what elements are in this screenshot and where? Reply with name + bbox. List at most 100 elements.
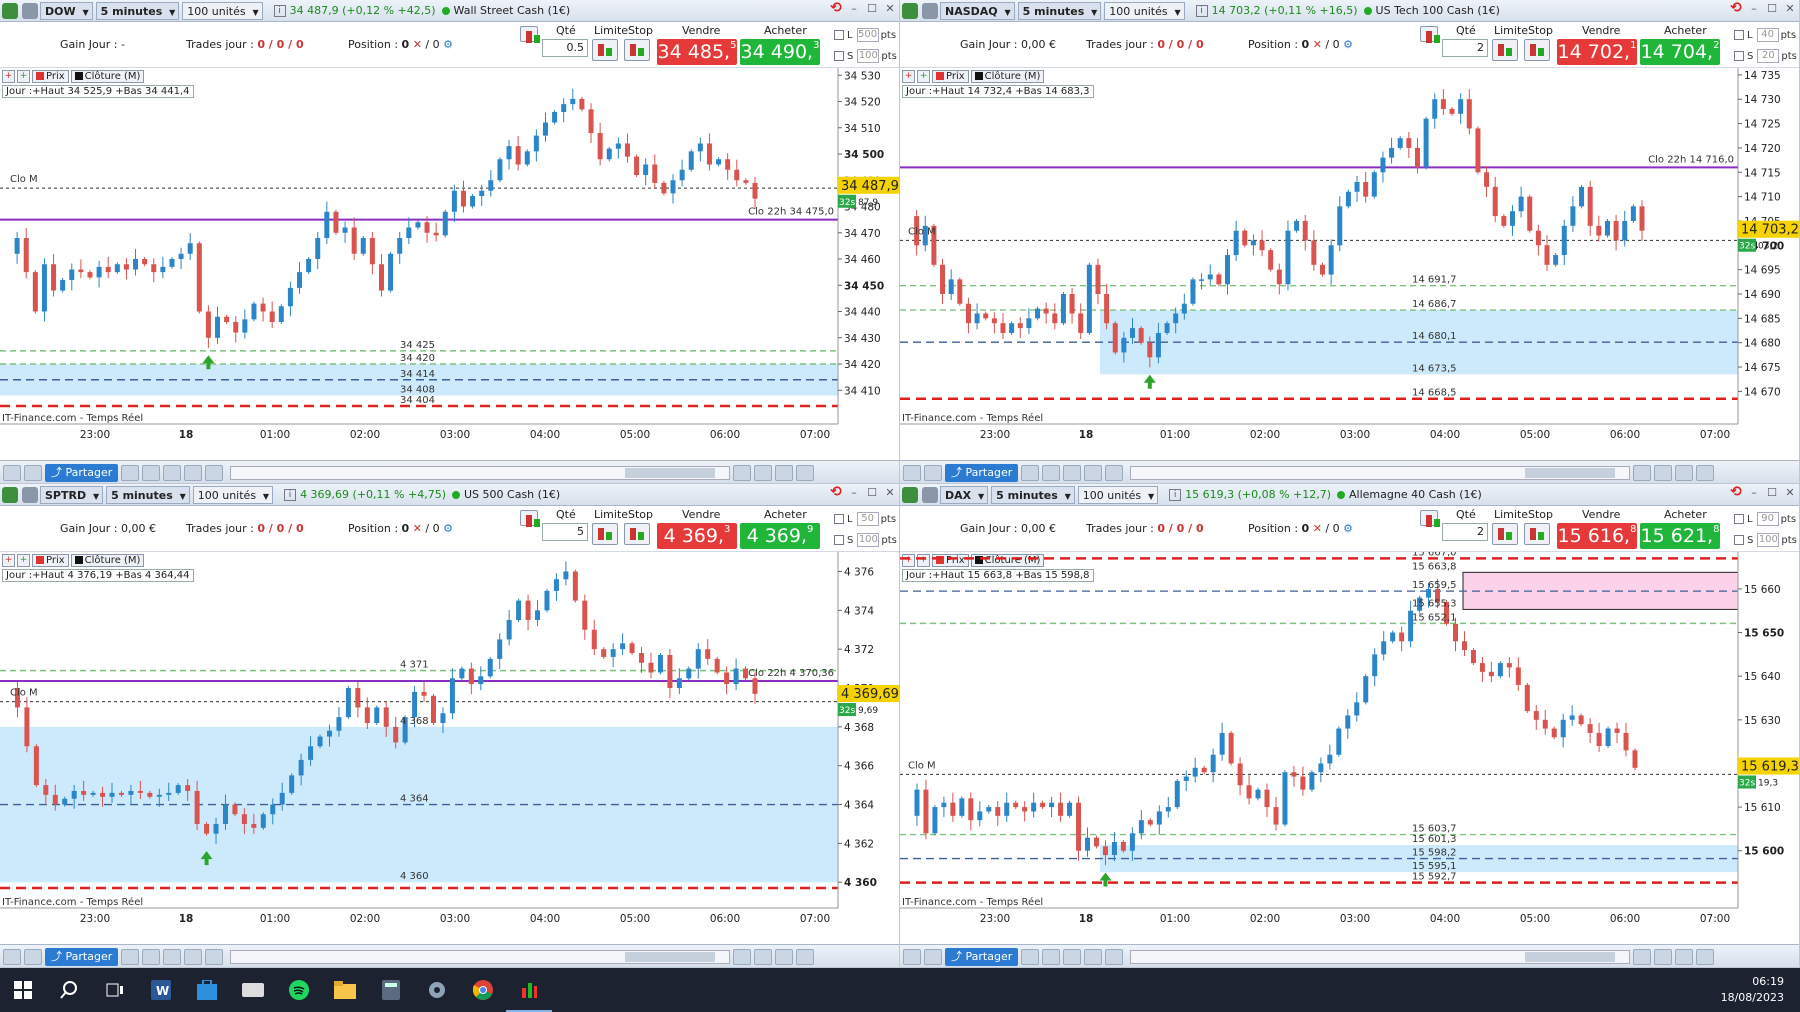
limit-order-button[interactable] (592, 39, 618, 61)
price-chart[interactable]: 34 425 34 420 34 414 34 40834 404 Clo M Clo 2… (0, 68, 900, 460)
instrument-select[interactable]: DOW (40, 1, 93, 20)
quantity-input[interactable]: 5 (542, 523, 588, 541)
stop-points-input[interactable]: 100 (857, 533, 880, 547)
wrench-icon[interactable] (520, 26, 540, 43)
store-icon[interactable] (184, 968, 230, 1012)
indicator-tool-icon[interactable] (924, 464, 942, 481)
buy-button[interactable]: 15 621,8 (1640, 523, 1720, 549)
search-icon[interactable] (46, 968, 92, 1012)
units-select[interactable]: 100 unités (192, 485, 274, 504)
zoom-in-icon[interactable] (775, 948, 794, 965)
limit-order-button[interactable] (592, 523, 618, 545)
stop-points-input[interactable]: 100 (857, 49, 880, 63)
zoom-out-icon[interactable] (754, 464, 773, 481)
stop-points-input[interactable]: 20 (1757, 49, 1780, 63)
system-clock[interactable]: 06:19 18/08/2023 (1721, 974, 1784, 1006)
link-icon[interactable] (922, 2, 938, 19)
info-icon[interactable]: i (1169, 488, 1182, 501)
maximize-button[interactable]: ☐ (1765, 2, 1779, 16)
maximize-button[interactable]: ☐ (865, 2, 879, 16)
chart-scrollbar[interactable] (1130, 949, 1631, 964)
minimize-button[interactable]: – (847, 2, 861, 16)
limit-points-input[interactable]: 40 (1756, 28, 1779, 42)
table-icon[interactable] (142, 464, 161, 481)
limit-points-input[interactable]: 90 (1756, 512, 1779, 526)
grid-icon[interactable] (163, 464, 182, 481)
table-icon[interactable] (1042, 948, 1061, 965)
grid-icon[interactable] (1063, 464, 1082, 481)
info-icon[interactable]: i (1195, 4, 1208, 17)
quantity-input[interactable]: 2 (1442, 523, 1488, 541)
minimize-button[interactable]: – (1747, 486, 1761, 500)
screen-icon[interactable] (1021, 948, 1040, 965)
close-button[interactable]: ✕ (883, 486, 897, 500)
limit-points-input[interactable]: 500 (856, 28, 879, 42)
chart-scrollbar[interactable] (230, 465, 731, 480)
draw-tool-icon[interactable] (3, 464, 21, 481)
units-select[interactable]: 100 unités (1104, 1, 1185, 20)
chrome-icon[interactable] (460, 968, 506, 1012)
link-icon[interactable] (22, 2, 38, 19)
settings-icon[interactable] (1105, 948, 1124, 965)
chart-options-icon[interactable] (1696, 948, 1715, 965)
scrollbar-thumb[interactable] (625, 467, 716, 478)
explorer-drive-icon[interactable] (230, 968, 276, 1012)
stop-checkbox[interactable] (1734, 51, 1744, 61)
info-icon[interactable]: i (273, 4, 286, 17)
stop-checkbox[interactable] (834, 535, 844, 545)
buy-button[interactable]: 4 369,9 (740, 523, 820, 549)
grid-icon[interactable] (1063, 948, 1082, 965)
close-button[interactable]: ✕ (883, 2, 897, 16)
sell-button[interactable]: 15 616,8 (1557, 523, 1637, 549)
buy-button[interactable]: 34 490,3 (740, 39, 820, 65)
zoom-in-icon[interactable] (775, 464, 794, 481)
zoom-in-icon[interactable] (1675, 948, 1694, 965)
chart-options-icon[interactable] (1696, 464, 1715, 481)
layout-icon[interactable] (184, 948, 203, 965)
start-button[interactable] (0, 968, 46, 1012)
share-button[interactable]: ⤴ Partager (45, 463, 119, 482)
zoom-out-icon[interactable] (754, 948, 773, 965)
position-link-icon[interactable]: ⚙ (443, 522, 453, 535)
screen-icon[interactable] (1021, 464, 1040, 481)
stop-order-button[interactable] (624, 39, 650, 61)
instrument-select[interactable]: DAX (940, 485, 989, 504)
position-x-icon[interactable]: ✕ (413, 38, 422, 51)
units-select[interactable]: 100 unités (1077, 485, 1159, 504)
spotify-icon[interactable] (276, 968, 322, 1012)
zoom-in-icon[interactable] (1675, 464, 1694, 481)
price-chart[interactable]: 14 691,7 14 686,7 14 680,1 14 673,5 14 668,5… (900, 68, 1800, 460)
limit-checkbox[interactable] (834, 30, 844, 40)
wrench-icon[interactable] (1420, 510, 1440, 527)
settings-icon[interactable] (205, 948, 224, 965)
scrollbar-thumb[interactable] (1525, 951, 1616, 962)
share-button[interactable]: ⤴ Partager (945, 947, 1019, 966)
screen-icon[interactable] (121, 948, 140, 965)
refresh-icon[interactable]: ⟲ (829, 1, 843, 16)
price-chart[interactable]: 4 371 4 368 4 364 4 360 Clo M Clo 22h 4 370,3… (0, 552, 900, 944)
maximize-button[interactable]: ☐ (865, 486, 879, 500)
file-explorer-icon[interactable] (322, 968, 368, 1012)
prorealtime-icon[interactable] (506, 968, 552, 1012)
timeframe-select[interactable]: 5 minutes (1017, 1, 1102, 20)
wrench-icon[interactable] (520, 510, 540, 527)
layout-icon[interactable] (1084, 464, 1103, 481)
scrollbar-thumb[interactable] (1525, 467, 1616, 478)
settings-icon[interactable] (205, 464, 224, 481)
draw-tool-icon[interactable] (903, 948, 921, 965)
stop-checkbox[interactable] (834, 51, 844, 61)
zoom-fit-icon[interactable] (1633, 464, 1652, 481)
layout-icon[interactable] (1084, 948, 1103, 965)
draw-tool-icon[interactable] (903, 464, 921, 481)
chart-type-icon[interactable] (902, 2, 918, 19)
limit-order-button[interactable] (1492, 39, 1518, 61)
minimize-button[interactable]: – (1747, 2, 1761, 16)
limit-checkbox[interactable] (1734, 30, 1744, 40)
table-icon[interactable] (142, 948, 161, 965)
stop-order-button[interactable] (1524, 39, 1550, 61)
position-link-icon[interactable]: ⚙ (1343, 522, 1353, 535)
position-link-icon[interactable]: ⚙ (1343, 38, 1353, 51)
link-icon[interactable] (922, 486, 938, 503)
units-select[interactable]: 100 unités (182, 1, 263, 20)
stop-order-button[interactable] (1524, 523, 1550, 545)
